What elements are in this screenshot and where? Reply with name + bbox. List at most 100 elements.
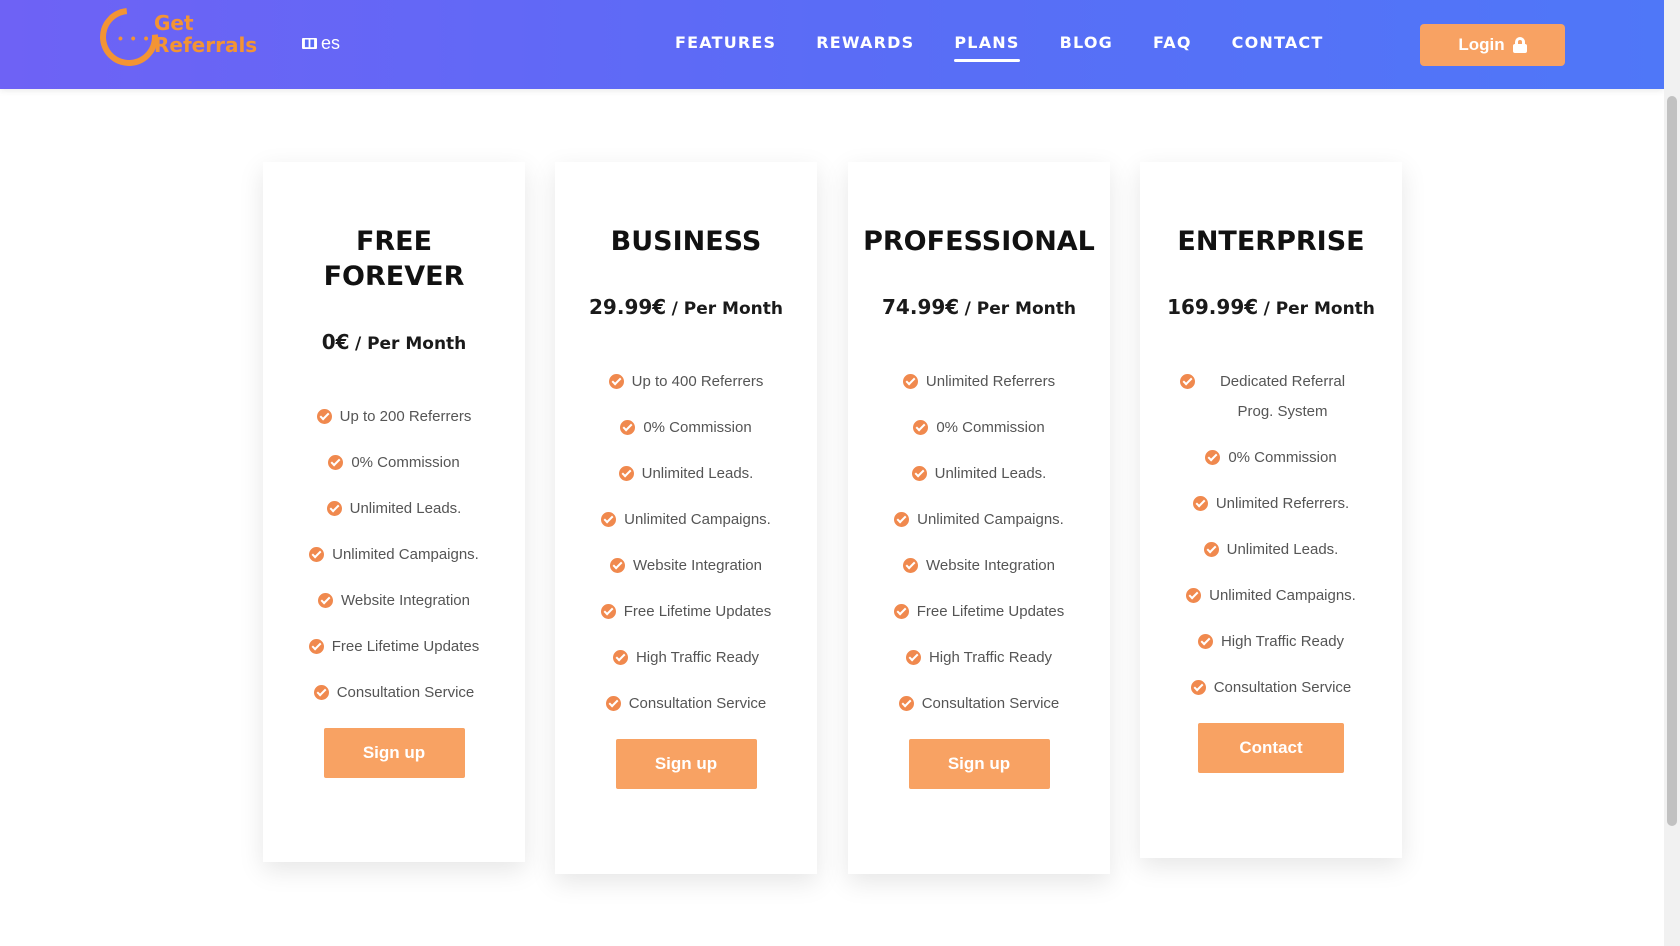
feature-label: Free Lifetime Updates	[331, 638, 480, 655]
feature-label: Unlimited Leads.	[1226, 541, 1339, 558]
check-icon	[913, 420, 929, 435]
logo-dots-icon: • • •	[118, 30, 151, 46]
check-icon	[612, 650, 628, 665]
check-icon	[905, 650, 921, 665]
check-icon	[1180, 374, 1195, 389]
feature-item: 0% Commission	[555, 413, 817, 443]
feature-label: Unlimited Leads.	[641, 465, 754, 482]
logo-text-line: Get	[154, 11, 194, 35]
plan-price: 169.99€ / Per Month	[1140, 295, 1402, 319]
check-icon	[326, 501, 342, 516]
feature-list: Unlimited Referrers 0% Commission Unlimi…	[848, 367, 1110, 719]
feature-list: Up to 400 Referrers 0% Commission Unlimi…	[555, 367, 817, 719]
nav-item-plans[interactable]: PLANS	[954, 33, 1020, 62]
plan-title-line: PROFESSIONAL	[863, 226, 1095, 257]
signup-button[interactable]: Sign up	[615, 739, 757, 789]
feature-label: 0% Commission	[351, 454, 460, 471]
logo-text: Get Referrals	[154, 12, 257, 56]
feature-item: Unlimited Campaigns.	[848, 505, 1110, 535]
nav-item-faq[interactable]: FAQ	[1153, 33, 1192, 62]
plan-title: ENTERPRISE	[1140, 224, 1402, 259]
feature-label: Consultation Service	[1213, 679, 1352, 696]
feature-label: 0% Commission	[643, 419, 752, 436]
feature-label: Consultation Service	[336, 684, 475, 701]
logo[interactable]: • • • Get Referrals	[88, 0, 258, 78]
nav-item-features[interactable]: FEATURES	[675, 33, 776, 62]
feature-item: Unlimited Campaigns.	[555, 505, 817, 535]
check-icon	[318, 593, 334, 608]
price-period: / Per Month	[354, 334, 467, 354]
feature-label: Free Lifetime Updates	[623, 603, 772, 620]
feature-label: Consultation Service	[628, 695, 767, 712]
price-amount: 169.99€	[1167, 295, 1259, 319]
plan-price: 0€ / Per Month	[263, 330, 525, 354]
feature-item: Up to 200 Referrers	[263, 402, 525, 432]
check-icon	[1203, 542, 1219, 557]
price-amount: 29.99€	[589, 295, 667, 319]
contact-button[interactable]: Contact	[1198, 723, 1344, 773]
feature-item: Consultation Service	[848, 689, 1110, 719]
feature-list: Up to 200 Referrers 0% Commission Unlimi…	[263, 402, 525, 708]
check-icon	[608, 374, 624, 389]
nav-item-contact[interactable]: CONTACT	[1232, 33, 1324, 62]
feature-item: 0% Commission	[848, 413, 1110, 443]
flag-icon: ▮▮	[302, 38, 318, 49]
feature-item: Dedicated Referral Prog. System	[1140, 367, 1402, 427]
page: • • • Get Referrals ▮▮ es FEATURES REWAR…	[0, 0, 1680, 946]
feature-label: Unlimited Leads.	[349, 500, 462, 517]
feature-label: Up to 400 Referrers	[631, 373, 764, 390]
main-nav: FEATURES REWARDS PLANS BLOG FAQ CONTACT	[675, 33, 1324, 62]
plan-title-line: FOREVER	[323, 261, 465, 292]
feature-item: 0% Commission	[263, 448, 525, 478]
signup-button[interactable]: Sign up	[323, 728, 465, 778]
feature-item: High Traffic Ready	[1140, 627, 1402, 657]
feature-item: Up to 400 Referrers	[555, 367, 817, 397]
check-icon	[309, 547, 325, 562]
plan-card-enterprise: ENTERPRISE 169.99€ / Per Month Dedicated…	[1140, 162, 1402, 858]
plan-title: PROFESSIONAL	[848, 224, 1110, 259]
feature-item: Website Integration	[848, 551, 1110, 581]
nav-item-blog[interactable]: BLOG	[1060, 33, 1113, 62]
feature-label: Up to 200 Referrers	[339, 408, 472, 425]
feature-label: Consultation Service	[921, 695, 1060, 712]
scrollbar-thumb[interactable]	[1667, 96, 1677, 826]
feature-item: Website Integration	[263, 586, 525, 616]
feature-item: Unlimited Leads.	[1140, 535, 1402, 565]
check-icon	[620, 420, 636, 435]
language-switcher[interactable]: ▮▮ es	[302, 33, 340, 54]
feature-label: Unlimited Campaigns.	[1209, 587, 1356, 604]
plan-title: BUSINESS	[555, 224, 817, 259]
plan-title-line: FREE	[355, 226, 433, 257]
plan-title: FREE FOREVER	[263, 224, 525, 294]
plan-card-professional: PROFESSIONAL 74.99€ / Per Month Unlimite…	[848, 162, 1110, 874]
feature-item: 0% Commission	[1140, 443, 1402, 473]
check-icon	[894, 512, 910, 527]
price-amount: 0€	[321, 330, 350, 354]
price-period: / Per Month	[671, 299, 783, 319]
feature-item: Unlimited Campaigns.	[1140, 581, 1402, 611]
price-period: / Per Month	[1263, 299, 1375, 319]
check-icon	[610, 558, 626, 573]
plan-card-free: FREE FOREVER 0€ / Per Month Up to 200 Re…	[263, 162, 525, 862]
price-amount: 74.99€	[882, 295, 960, 319]
check-icon	[601, 512, 617, 527]
feature-item: Unlimited Leads.	[848, 459, 1110, 489]
feature-label: High Traffic Ready	[635, 649, 760, 666]
feature-label: Website Integration	[633, 557, 762, 574]
check-icon	[1190, 680, 1206, 695]
nav-item-rewards[interactable]: REWARDS	[816, 33, 914, 62]
check-icon	[605, 696, 621, 711]
check-icon	[328, 455, 344, 470]
logo-text-line: Referrals	[154, 33, 258, 57]
check-icon	[1197, 634, 1213, 649]
feature-item: Consultation Service	[263, 678, 525, 708]
feature-label: 0% Commission	[936, 419, 1045, 436]
feature-item: Unlimited Referrers.	[1140, 489, 1402, 519]
feature-label: Unlimited Campaigns.	[624, 511, 771, 528]
feature-label: Website Integration	[341, 592, 470, 609]
feature-item: Consultation Service	[1140, 673, 1402, 703]
login-button[interactable]: Login	[1420, 24, 1565, 66]
price-period: / Per Month	[964, 299, 1076, 319]
signup-button[interactable]: Sign up	[908, 739, 1050, 789]
page-scrollbar[interactable]	[1664, 0, 1680, 946]
